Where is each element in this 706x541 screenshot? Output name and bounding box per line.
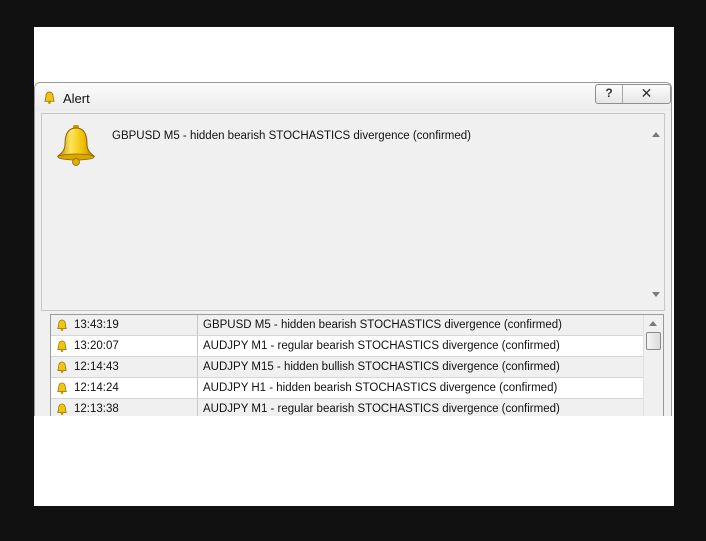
alert-history-list: 13:43:19 GBPUSD M5 - hidden bearish STOC… — [50, 314, 664, 416]
close-button[interactable]: ✕ — [623, 85, 670, 103]
table-row[interactable]: 13:20:07 AUDJPY M1 - regular bearish STO… — [51, 336, 643, 357]
table-row[interactable]: 12:14:43 AUDJPY M15 - hidden bullish STO… — [51, 357, 643, 378]
alert-row-message: AUDJPY M15 - hidden bullish STOCHASTICS … — [203, 361, 560, 373]
message-area: GBPUSD M5 - hidden bearish STOCHASTICS d… — [41, 113, 665, 311]
alert-dialog: Alert ? ✕ GBPUSD M5 - hidden bearish STO… — [34, 82, 672, 416]
list-scrollbar[interactable] — [643, 315, 663, 416]
table-row[interactable]: 12:14:24 AUDJPY H1 - hidden bearish STOC… — [51, 378, 643, 399]
scroll-down-icon[interactable] — [652, 292, 660, 297]
table-row[interactable]: 12:13:38 AUDJPY M1 - regular bearish STO… — [51, 399, 643, 416]
time-cell: 12:14:24 — [51, 378, 198, 398]
bell-icon — [57, 361, 67, 374]
time-cell: 13:20:07 — [51, 336, 198, 356]
alert-time: 12:14:43 — [74, 361, 119, 373]
time-cell: 12:13:38 — [51, 399, 198, 416]
alert-time: 13:43:19 — [74, 319, 119, 331]
alert-row-message: AUDJPY M1 - regular bearish STOCHASTICS … — [203, 340, 560, 352]
screenshot-frame: Alert ? ✕ GBPUSD M5 - hidden bearish STO… — [34, 27, 674, 506]
alert-row-message: AUDJPY M1 - regular bearish STOCHASTICS … — [203, 403, 560, 415]
scroll-up-icon[interactable] — [652, 132, 660, 137]
alert-time: 13:20:07 — [74, 340, 119, 352]
title-bar[interactable]: Alert ? ✕ — [35, 83, 671, 111]
alert-row-message: AUDJPY H1 - hidden bearish STOCHASTICS d… — [203, 382, 558, 394]
scroll-up-icon[interactable] — [649, 321, 657, 326]
bell-icon — [57, 319, 67, 332]
bell-icon — [57, 340, 67, 353]
time-cell: 12:14:43 — [51, 357, 198, 377]
help-button[interactable]: ? — [596, 85, 623, 103]
bell-icon — [57, 382, 67, 395]
title-buttons: ? ✕ — [595, 84, 671, 104]
window-title: Alert — [63, 91, 90, 106]
alert-rows: 13:43:19 GBPUSD M5 - hidden bearish STOC… — [51, 315, 643, 416]
scroll-thumb[interactable] — [646, 332, 661, 350]
alert-row-message: GBPUSD M5 - hidden bearish STOCHASTICS d… — [203, 319, 562, 331]
alert-time: 12:13:38 — [74, 403, 119, 415]
alert-message: GBPUSD M5 - hidden bearish STOCHASTICS d… — [112, 130, 471, 142]
message-scrollbar[interactable] — [648, 114, 664, 310]
alert-time: 12:14:24 — [74, 382, 119, 394]
bell-icon — [56, 125, 96, 166]
time-cell: 13:43:19 — [51, 315, 198, 335]
table-row[interactable]: 13:43:19 GBPUSD M5 - hidden bearish STOC… — [51, 315, 643, 336]
bell-icon — [44, 91, 55, 105]
bell-icon — [57, 403, 67, 416]
